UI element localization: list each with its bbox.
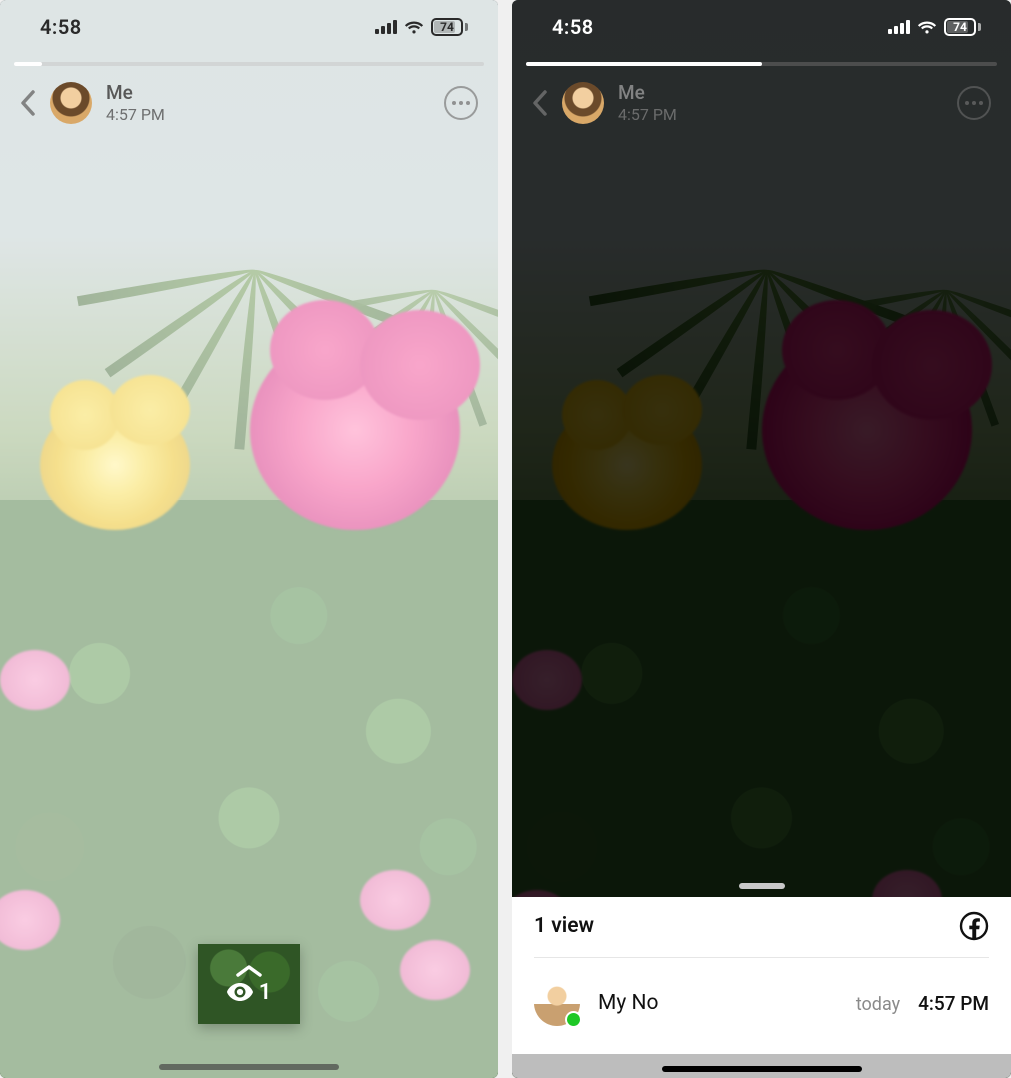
wifi-icon xyxy=(917,20,937,35)
story-progress-fill xyxy=(14,62,42,66)
more-button[interactable] xyxy=(957,86,991,120)
chevron-up-icon xyxy=(235,964,263,978)
facebook-icon[interactable] xyxy=(959,911,989,941)
home-indicator[interactable] xyxy=(662,1066,862,1072)
battery-icon: 74 xyxy=(944,18,981,36)
author-avatar[interactable] xyxy=(562,82,604,124)
status-bar: 4:58 74 xyxy=(0,0,498,54)
drag-handle-icon[interactable] xyxy=(739,883,785,889)
battery-fill xyxy=(947,21,968,33)
author-name: Me xyxy=(106,82,165,105)
wifi-icon xyxy=(404,20,424,35)
author-avatar[interactable] xyxy=(50,82,92,124)
viewer-row[interactable]: My No today 4:57 PM xyxy=(534,958,989,1026)
story-progress-track[interactable] xyxy=(526,62,997,66)
viewer-time: 4:57 PM xyxy=(918,992,989,1015)
viewer-name: My No xyxy=(598,991,658,1015)
sheet-title: 1 view xyxy=(534,914,594,938)
chevron-left-icon xyxy=(20,89,36,117)
signal-icon xyxy=(375,20,397,34)
battery-fill xyxy=(434,21,455,33)
back-button[interactable] xyxy=(532,89,548,117)
views-sheet: 1 view My No today 4:57 PM xyxy=(512,897,1011,1054)
battery-icon: 74 xyxy=(431,18,468,36)
views-count: 1 xyxy=(259,980,272,1005)
phone-screenshot-story: 4:58 74 Me 4:57 PM 1 xyxy=(0,0,498,1078)
status-time: 4:58 xyxy=(552,15,594,39)
light-overlay xyxy=(0,0,498,1078)
eye-icon xyxy=(227,983,253,1001)
story-posted-time: 4:57 PM xyxy=(106,105,165,124)
signal-icon xyxy=(888,20,910,34)
phone-screenshot-views-sheet: 4:58 74 Me 4:57 PM 1 view xyxy=(512,0,1011,1078)
home-indicator[interactable] xyxy=(159,1064,339,1070)
story-posted-time: 4:57 PM xyxy=(618,105,677,124)
more-button[interactable] xyxy=(444,86,478,120)
status-time: 4:58 xyxy=(40,15,82,39)
story-progress-track[interactable] xyxy=(14,62,484,66)
story-progress-fill xyxy=(526,62,762,66)
chevron-left-icon xyxy=(532,89,548,117)
story-header: Me 4:57 PM xyxy=(512,82,1011,124)
story-header: Me 4:57 PM xyxy=(0,82,498,124)
story-views-button[interactable]: 1 xyxy=(198,944,300,1024)
viewer-day: today xyxy=(856,994,900,1015)
more-horizontal-icon xyxy=(452,101,456,105)
status-bar: 4:58 74 xyxy=(512,0,1011,54)
presence-dot-icon xyxy=(565,1011,582,1028)
more-horizontal-icon xyxy=(965,101,969,105)
back-button[interactable] xyxy=(20,89,36,117)
author-name: Me xyxy=(618,82,677,105)
